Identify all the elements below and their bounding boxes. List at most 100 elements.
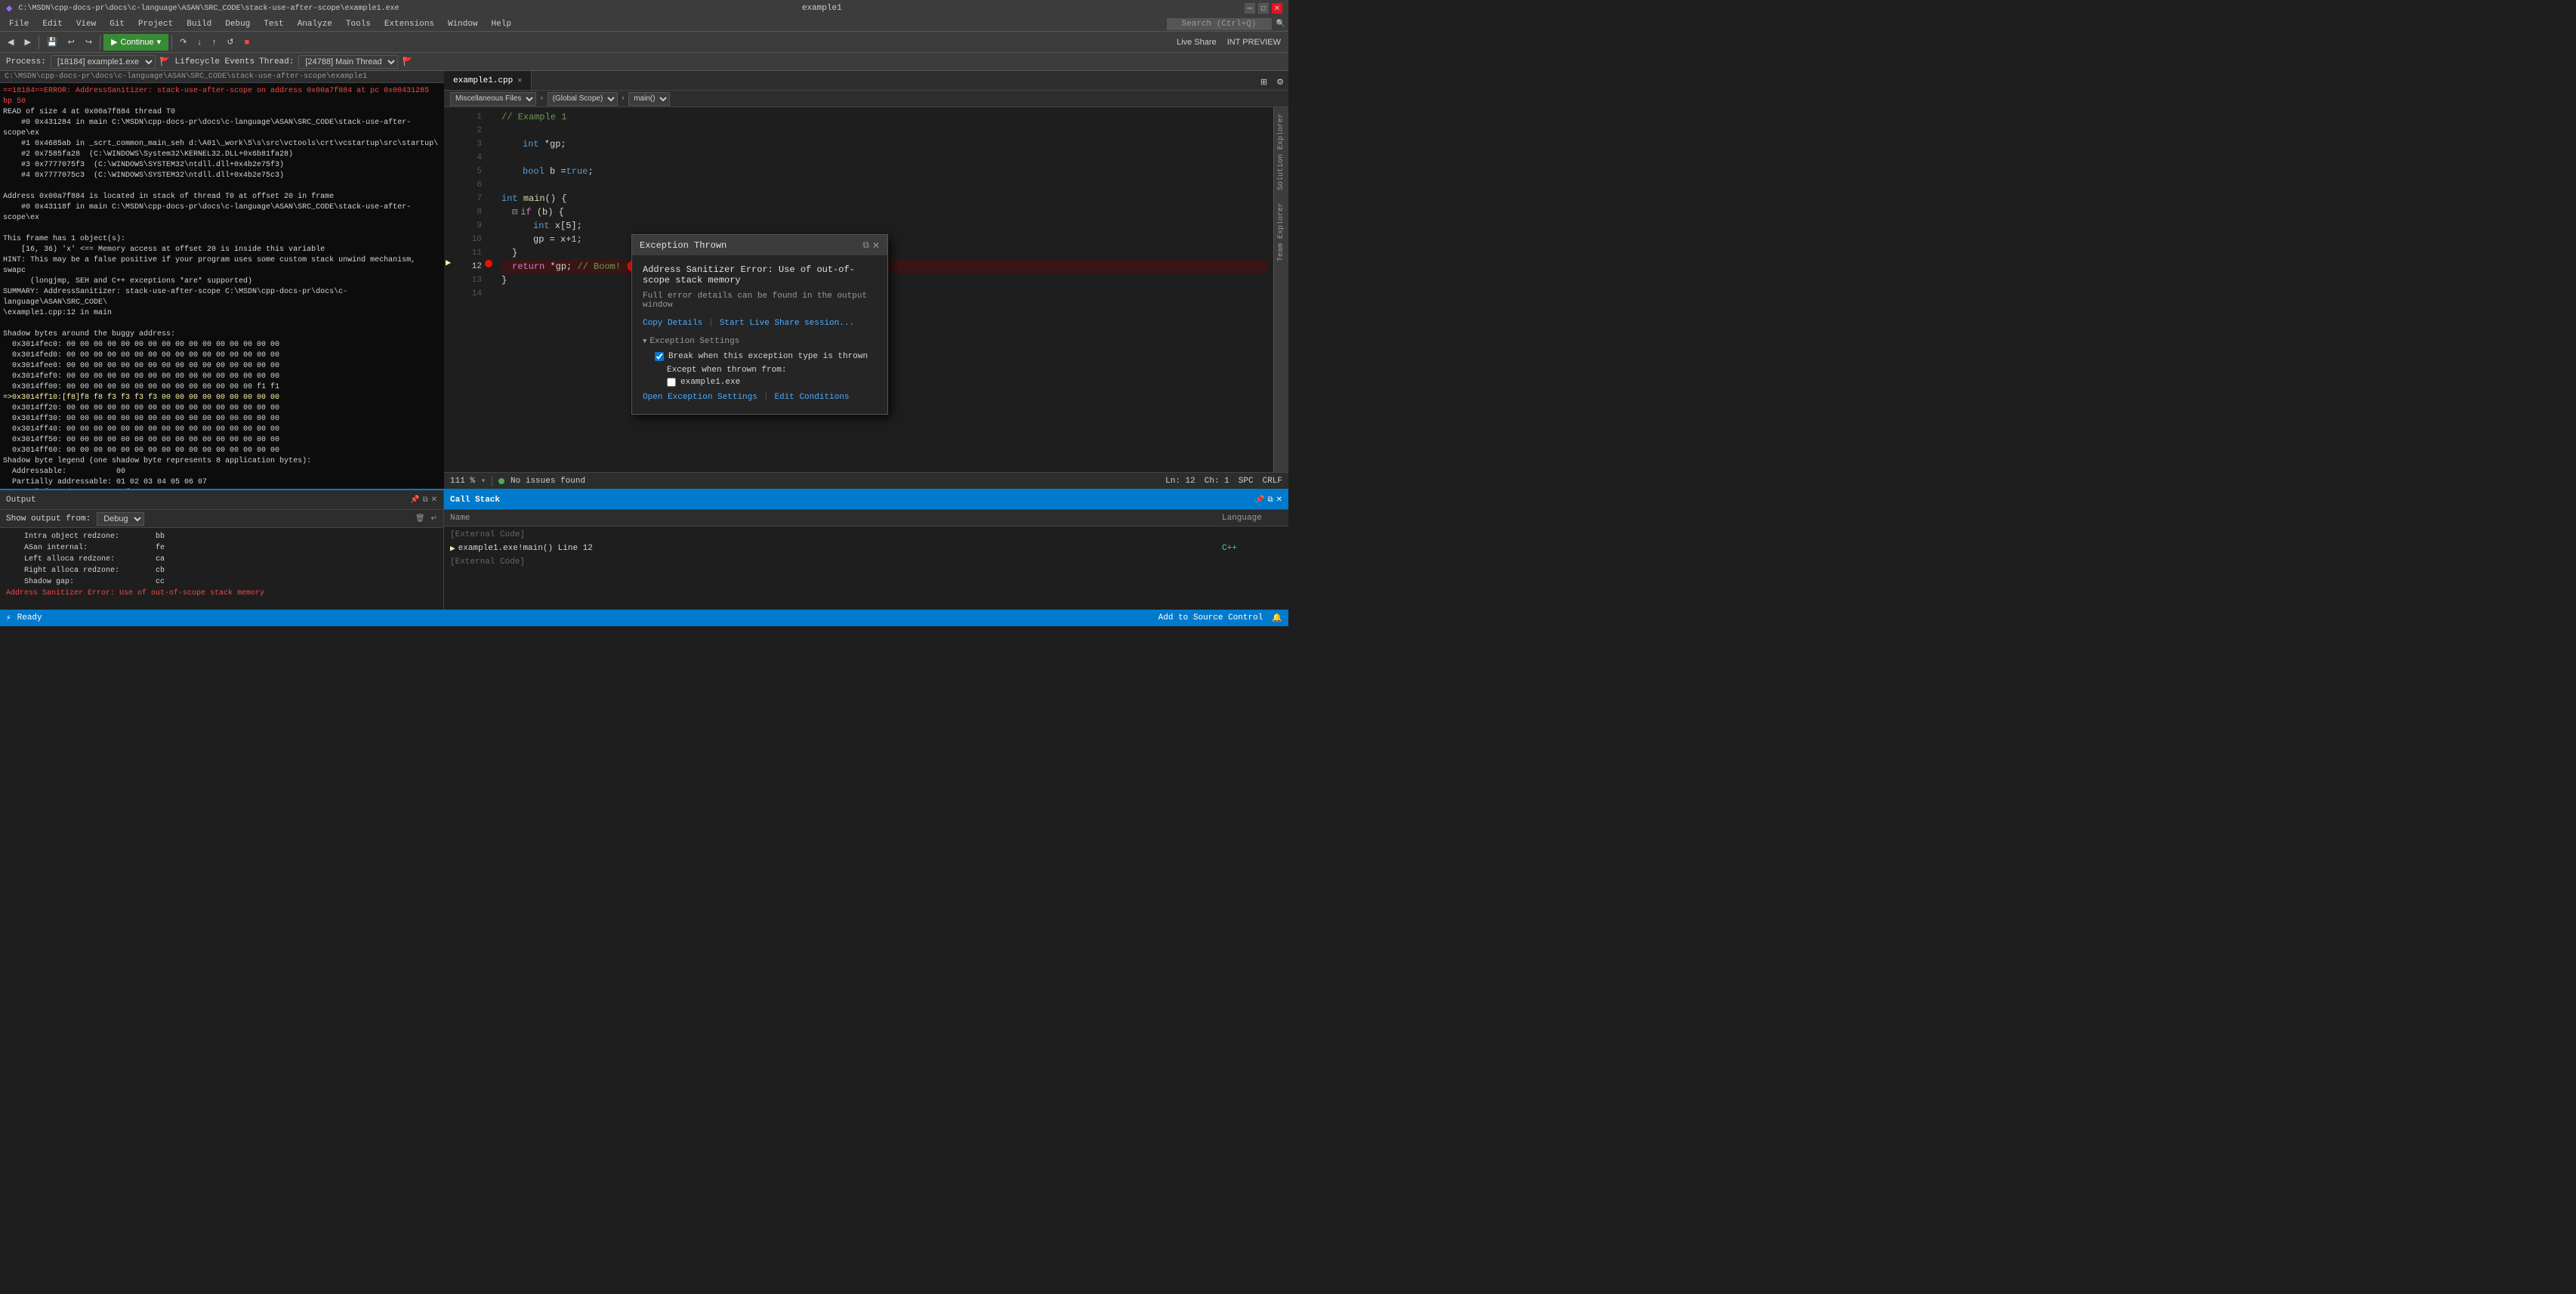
output-panel-controls[interactable]: 📌 ⧉ ✕ [410, 496, 437, 504]
menu-view[interactable]: View [70, 18, 102, 30]
terminal-addr-line: Address 0x00a7f884 is located in stack o… [3, 192, 441, 202]
callstack-header: Call Stack 📌 ⧉ ✕ [444, 490, 1288, 510]
menu-tools[interactable]: Tools [340, 18, 377, 30]
toolbar-redo[interactable]: ↪ [81, 34, 97, 51]
func-selector[interactable]: main() [628, 92, 670, 106]
toolbar-step-over[interactable]: ↷ [175, 34, 191, 51]
exception-expand-button[interactable]: ⧉ [862, 239, 869, 251]
code-line-5: bool b = true ; [501, 165, 1267, 178]
terminal-line-3: #1 0x4685ab in _scrt_common_main_seh d:\… [3, 139, 441, 150]
output-wrap-button[interactable]: ↵ [431, 514, 437, 523]
search-box[interactable]: Search (Ctrl+Q) [1167, 18, 1272, 30]
toolbar-save[interactable]: 💾 [42, 34, 62, 51]
menu-bar: File Edit View Git Project Build Debug T… [0, 17, 1288, 32]
line-info: Ln: 12 [1165, 477, 1195, 486]
add-source-control[interactable]: Add to Source Control [1158, 613, 1263, 622]
exception-title-text: Exception Thrown [640, 240, 727, 251]
menu-debug[interactable]: Debug [219, 18, 256, 30]
callstack-close-button[interactable]: ✕ [1276, 496, 1282, 504]
toolbar-stop[interactable]: ■ [240, 34, 255, 51]
menu-edit[interactable]: Edit [36, 18, 68, 30]
callstack-row-external-top[interactable]: [External Code] [450, 528, 1282, 542]
file-selector[interactable]: Miscellaneous Files [450, 92, 536, 106]
process-dropdown[interactable]: [18184] example1.exe [51, 55, 156, 69]
zoom-dropdown[interactable]: ▾ [481, 477, 486, 486]
team-explorer-tab[interactable]: Team Explorer [1274, 196, 1288, 267]
output-clear-button[interactable]: 🗑 [415, 514, 425, 523]
terminal-legend-hleft: Heap left redzone: fa [3, 488, 441, 489]
window-title: example1 [802, 4, 842, 13]
editor-settings-button[interactable]: ⚙ [1272, 73, 1288, 90]
right-sidebar: Solution Explorer Team Explorer [1273, 107, 1288, 472]
comment-boom: // Boom! [572, 260, 621, 273]
live-share-button[interactable]: Live Share [1172, 34, 1221, 51]
toolbar-restart[interactable]: ↺ [222, 34, 238, 51]
terminal-line-0: ==18184==ERROR: AddressSanitizer: stack-… [3, 86, 441, 107]
callstack-controls[interactable]: 📌 ⧉ ✕ [1255, 496, 1282, 504]
callstack-row-main[interactable]: ▶ example1.exe!main() Line 12 C++ [450, 542, 1282, 555]
code-gp-assign: gp = x+ [533, 233, 571, 246]
minimize-button[interactable]: ─ [1245, 3, 1255, 14]
terminal-content: ==18184==ERROR: AddressSanitizer: stack-… [0, 83, 444, 489]
maximize-button[interactable]: □ [1258, 3, 1269, 14]
code-b-true: b = [545, 165, 566, 178]
int-preview-button[interactable]: INT PREVIEW [1223, 34, 1285, 51]
output-pop-button[interactable]: ⧉ [422, 496, 427, 504]
callstack-pop-button[interactable]: ⧉ [1267, 496, 1273, 504]
code-line-6 [501, 178, 1267, 192]
dropdown-icon: ▾ [157, 37, 162, 47]
window-controls[interactable]: ─ □ ✕ [1245, 3, 1282, 14]
thread-dropdown[interactable]: [24788] Main Thread [298, 55, 398, 69]
close-button[interactable]: ✕ [1272, 3, 1282, 14]
toolbar-step-out[interactable]: ↑ [208, 34, 221, 51]
menu-build[interactable]: Build [180, 18, 217, 30]
open-exception-settings-link[interactable]: Open Exception Settings [643, 393, 757, 402]
tab-close-icon[interactable]: ✕ [517, 76, 522, 85]
edit-conditions-link[interactable]: Edit Conditions [774, 393, 849, 402]
bp-12 [485, 257, 495, 270]
break-when-label: Break when this exception type is thrown [668, 352, 868, 361]
toolbar-forward[interactable]: ▶ [20, 34, 35, 51]
filter-item-checkbox[interactable] [667, 378, 676, 387]
breadcrumb-sep2: › [621, 94, 626, 103]
output-error-line: Address Sanitizer Error: Use of out-of-s… [6, 588, 437, 599]
title-bar-left: ◆ C:\MSDN\cpp-docs-pr\docs\c-language\AS… [6, 2, 400, 15]
continue-button[interactable]: ▶ Continue ▾ [103, 34, 168, 51]
menu-help[interactable]: Help [486, 18, 517, 30]
exception-settings-header[interactable]: ▼ Exception Settings [643, 337, 877, 346]
breadcrumb-sep1: › [539, 94, 545, 103]
spc-info: SPC [1239, 477, 1254, 486]
output-close-button[interactable]: ✕ [431, 496, 437, 504]
menu-analyze[interactable]: Analyze [292, 18, 338, 30]
exception-header-controls[interactable]: ⧉ ✕ [862, 239, 880, 251]
code-line-8: ⊟ if (b) { [501, 205, 1267, 219]
menu-test[interactable]: Test [258, 18, 289, 30]
callstack-row-external-bottom[interactable]: [External Code] [450, 555, 1282, 569]
scope-selector[interactable]: (Global Scope) [548, 92, 618, 106]
ln-9: 9 [458, 219, 482, 233]
menu-file[interactable]: File [3, 18, 35, 30]
git-icon: ⚡ [6, 613, 11, 623]
copy-details-link[interactable]: Copy Details [643, 319, 702, 328]
callstack-pin-button[interactable]: 📌 [1255, 496, 1264, 504]
output-pin-button[interactable]: 📌 [410, 496, 419, 504]
menu-git[interactable]: Git [103, 18, 131, 30]
bp-empty-13 [485, 270, 495, 284]
menu-project[interactable]: Project [132, 18, 179, 30]
terminal-frame-line: #0 0x43118f in main C:\MSDN\cpp-docs-pr\… [3, 202, 441, 224]
split-editor-button[interactable]: ⊞ [1256, 73, 1272, 90]
tab-example1-cpp[interactable]: example1.cpp ✕ [444, 71, 532, 90]
toolbar-back[interactable]: ◀ [3, 34, 18, 51]
kw-bool: bool [523, 165, 545, 178]
menu-extensions[interactable]: Extensions [378, 18, 440, 30]
ln-5: 5 [458, 165, 482, 178]
toolbar-step-into[interactable]: ↓ [193, 34, 206, 51]
toolbar-undo[interactable]: ↩ [63, 34, 79, 51]
output-source-dropdown[interactable]: Debug [97, 512, 144, 526]
break-when-checkbox[interactable] [655, 352, 664, 361]
solution-explorer-tab[interactable]: Solution Explorer [1274, 107, 1288, 196]
exception-close-button[interactable]: ✕ [872, 239, 880, 251]
menu-window[interactable]: Window [442, 18, 484, 30]
title-path: C:\MSDN\cpp-docs-pr\docs\c-language\ASAN… [18, 5, 399, 13]
start-live-share-link[interactable]: Start Live Share session... [720, 319, 854, 328]
